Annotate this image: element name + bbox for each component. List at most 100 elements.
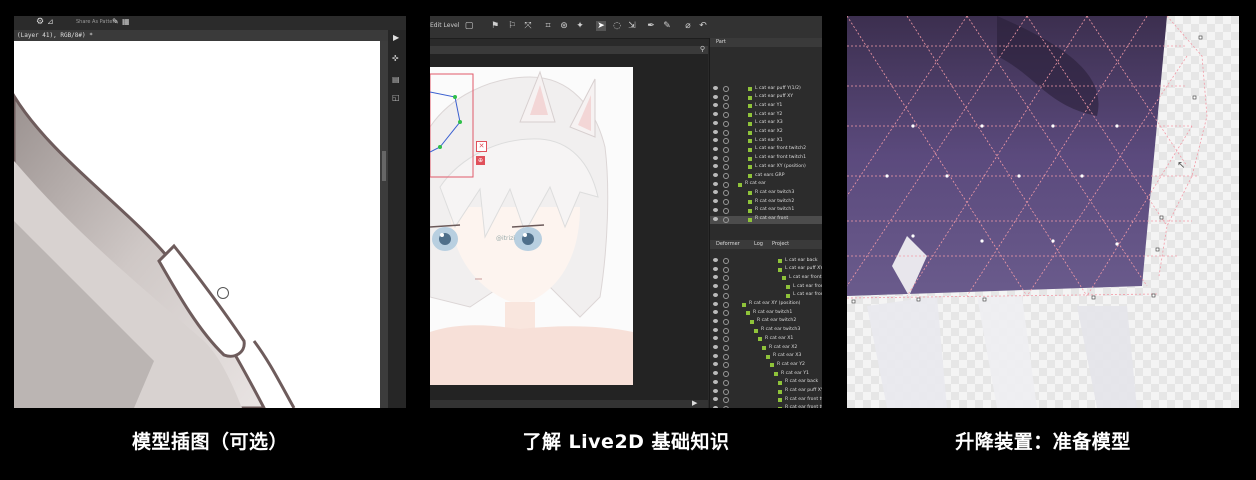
visibility-eye-icon[interactable]	[713, 216, 718, 221]
lock-toggle-icon[interactable]	[723, 199, 729, 206]
lock-toggle-icon[interactable]	[723, 138, 729, 145]
lock-toggle-icon[interactable]	[723, 275, 729, 282]
lock-toggle-icon[interactable]	[723, 103, 729, 110]
part-row[interactable]: R cat ear front	[710, 215, 822, 224]
lock-toggle-icon[interactable]	[723, 155, 729, 162]
deformer-row[interactable]: L cat ear back	[710, 257, 822, 265]
play-icon[interactable]: ▶	[393, 33, 399, 42]
close-deformer-icon[interactable]: ✕	[476, 141, 487, 152]
lock-toggle-icon[interactable]	[723, 379, 729, 386]
deformer-row[interactable]: R cat ear twitch3	[710, 327, 822, 335]
visibility-eye-icon[interactable]	[713, 138, 718, 143]
visibility-eye-icon[interactable]	[713, 146, 718, 151]
caption-illustration[interactable]: 模型插图（可选）	[14, 427, 406, 454]
part-row[interactable]: L cat ear X3	[710, 120, 822, 128]
part-row[interactable]: L cat ear puff XY	[710, 94, 822, 102]
lock-toggle-icon[interactable]	[723, 216, 729, 223]
part-row[interactable]: L cat ear puff Y(1/2)	[710, 85, 822, 93]
visibility-eye-icon[interactable]	[713, 94, 718, 99]
visibility-eye-icon[interactable]	[713, 275, 718, 280]
part-row[interactable]: L cat ear X1	[710, 137, 822, 145]
deformer-row[interactable]: R cat ear XY (position)	[710, 301, 822, 309]
visibility-eye-icon[interactable]	[713, 371, 718, 376]
lock-toggle-icon[interactable]	[723, 129, 729, 136]
angle-icon[interactable]: ⊿	[47, 17, 54, 26]
deformer-row[interactable]: R cat ear Y2	[710, 361, 822, 369]
deformer-row[interactable]: R cat ear twitch1	[710, 309, 822, 317]
card-live2d-basics[interactable]: Edit Level ▢ ⚑ ⚐ ⤧ ⌗ ⊛ ✦ ➤ ◌ ⇲ ✒ ✎ ⌀ ↶ ⚲	[430, 16, 822, 408]
visibility-eye-icon[interactable]	[713, 112, 718, 117]
deformer-row[interactable]: L cat ear front tw	[710, 283, 822, 291]
visibility-eye-icon[interactable]	[713, 155, 718, 160]
deformer-row[interactable]: R cat ear back	[710, 379, 822, 387]
deformer-row[interactable]: L cat ear puff XY	[710, 266, 822, 274]
visibility-eye-icon[interactable]	[713, 310, 718, 315]
deformer-row[interactable]: R cat ear twitch2	[710, 318, 822, 326]
brush-icon[interactable]: ✎	[112, 17, 119, 26]
visibility-eye-icon[interactable]	[713, 199, 718, 204]
lock-toggle-icon[interactable]	[723, 146, 729, 153]
lock-toggle-icon[interactable]	[723, 94, 729, 101]
part-row[interactable]: R cat ear twitch3	[710, 189, 822, 197]
visibility-eye-icon[interactable]	[713, 120, 718, 125]
brush-icon[interactable]: ✎	[662, 21, 672, 31]
warp-icon[interactable]: ⚐	[507, 21, 517, 31]
deformer-icon[interactable]: ⚑	[490, 21, 500, 31]
deformer-row[interactable]: R cat ear front tw	[710, 396, 822, 404]
glue-icon[interactable]: ⊛	[559, 21, 569, 31]
select-arrow-icon[interactable]: ➤	[596, 21, 606, 31]
lock-toggle-icon[interactable]	[723, 301, 729, 308]
lock-toggle-icon[interactable]	[723, 327, 729, 334]
part-row[interactable]: L cat ear XY (position)	[710, 163, 822, 171]
lock-toggle-icon[interactable]	[723, 310, 729, 317]
visibility-eye-icon[interactable]	[713, 266, 718, 271]
tab-project[interactable]: Project	[772, 241, 789, 247]
lock-toggle-icon[interactable]	[723, 345, 729, 351]
visibility-eye-icon[interactable]	[713, 181, 718, 186]
visibility-eye-icon[interactable]	[713, 258, 718, 262]
layers-icon[interactable]: ▤	[392, 75, 400, 84]
lock-toggle-icon[interactable]	[723, 284, 729, 291]
gear-icon[interactable]: ⚙	[36, 17, 44, 27]
visibility-eye-icon[interactable]	[713, 345, 718, 349]
visibility-eye-icon[interactable]	[713, 327, 718, 332]
visibility-eye-icon[interactable]	[713, 353, 718, 358]
visibility-eye-icon[interactable]	[713, 397, 718, 402]
deformer-row[interactable]: L cat ear front tw	[710, 274, 822, 282]
part-row[interactable]: R cat ear twitch2	[710, 198, 822, 206]
lock-toggle-icon[interactable]	[723, 258, 729, 264]
visibility-eye-icon[interactable]	[713, 292, 718, 297]
lock-toggle-icon[interactable]	[723, 164, 729, 171]
visibility-eye-icon[interactable]	[713, 86, 718, 90]
visibility-eye-icon[interactable]	[713, 379, 718, 384]
deformer-row[interactable]: R cat ear front tw	[710, 405, 822, 408]
tab-log[interactable]: Log	[754, 241, 763, 247]
deformer-row[interactable]: R cat ear X2	[710, 344, 822, 352]
card-illustration[interactable]: ⚙ ⊿ Share As Pattern ✎ ▦ (Layer 41), RGB…	[14, 16, 406, 408]
lock-toggle-icon[interactable]	[723, 190, 729, 197]
visibility-eye-icon[interactable]	[713, 129, 718, 134]
lock-toggle-icon[interactable]	[723, 181, 729, 188]
document-tab[interactable]: (Layer 41), RGB/8#) *	[14, 30, 406, 41]
visibility-eye-icon[interactable]	[713, 362, 718, 367]
transform-icon[interactable]: ⇲	[627, 21, 637, 31]
pen-icon[interactable]: ✒	[646, 21, 656, 31]
visibility-eye-icon[interactable]	[713, 173, 718, 177]
lock-toggle-icon[interactable]	[723, 86, 729, 92]
part-row[interactable]: R cat ear	[710, 181, 822, 189]
mesh-icon[interactable]: ⌗	[543, 21, 553, 31]
lasso-icon[interactable]: ◌	[612, 21, 622, 31]
pin-deformer-icon[interactable]: ⊕	[476, 156, 485, 165]
undo-icon[interactable]: ↶	[698, 21, 708, 31]
part-row[interactable]: R cat ear twitch1	[710, 207, 822, 215]
visibility-eye-icon[interactable]	[713, 388, 718, 393]
lock-toggle-icon[interactable]	[723, 173, 729, 179]
caption-live2d-basics[interactable]: 了解 Live2D 基础知识	[430, 427, 822, 454]
adjust-icon[interactable]: ✜	[392, 54, 399, 63]
caption-rigging[interactable]: 升降装置：准备模型	[847, 427, 1239, 454]
visibility-eye-icon[interactable]	[713, 207, 718, 212]
deformer-row[interactable]: R cat ear puff XY	[710, 388, 822, 396]
visibility-eye-icon[interactable]	[713, 405, 718, 408]
lock-toggle-icon[interactable]	[723, 266, 729, 273]
tab-deformer[interactable]: Deformer	[716, 241, 740, 247]
